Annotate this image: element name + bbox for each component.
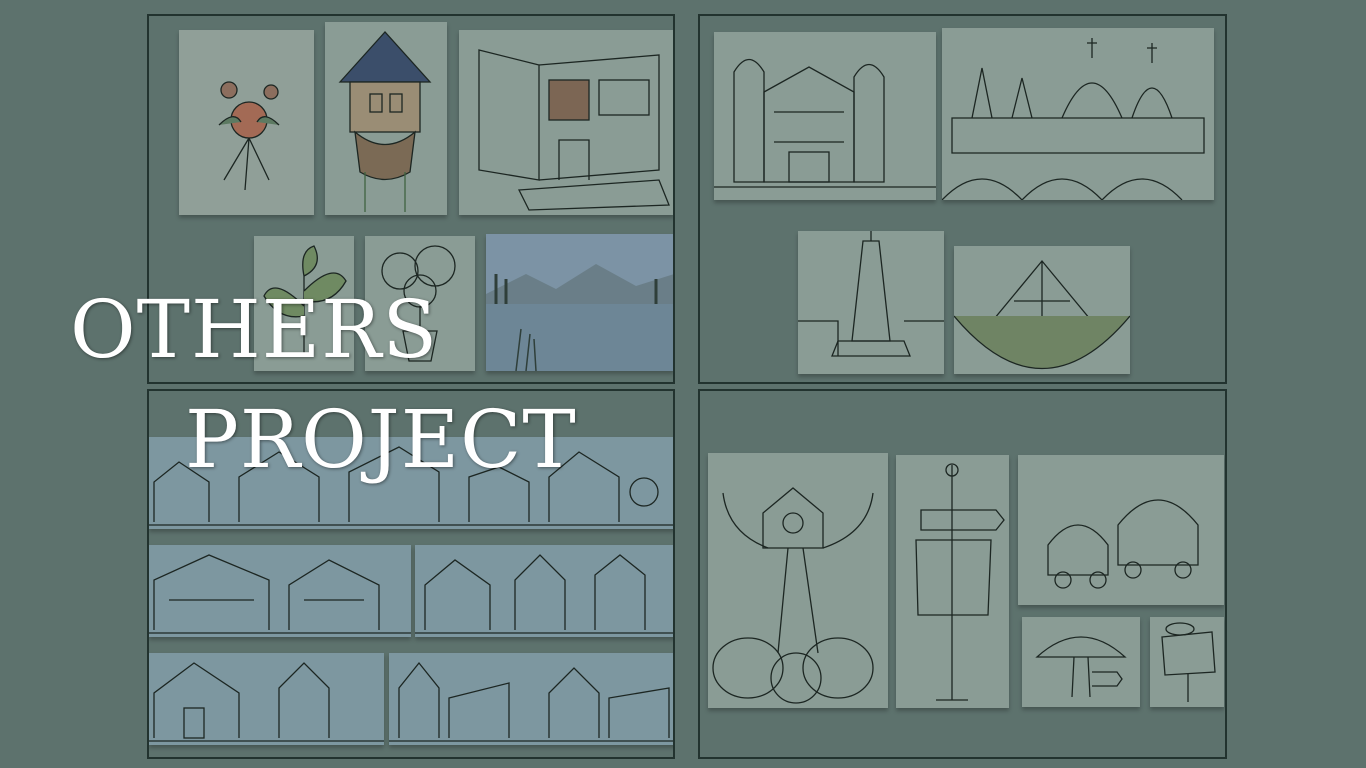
signpost-sketch (896, 455, 1009, 708)
title-line-1: OTHERS (70, 283, 439, 376)
elevation-row-2a (149, 545, 411, 637)
colonial-building-sketch (714, 32, 936, 200)
mushroom-sign-sketch (1022, 617, 1140, 707)
elevation-row-2b (415, 545, 673, 637)
lake-landscape-painting (486, 234, 673, 371)
flower-bouquet-painting (179, 30, 314, 215)
elevation-row-3a (149, 653, 384, 745)
landmark-sketches-panel (698, 14, 1227, 384)
treehouse-sketch (708, 453, 888, 708)
title-line-2: PROJECT (185, 393, 577, 486)
cathedral-domes-sketch (942, 28, 1214, 200)
fairytale-tower-sketch (325, 22, 447, 215)
modern-house-sketch (459, 30, 673, 215)
tour-sign-sketch (1150, 617, 1224, 707)
pyramid-structure-sketch (954, 246, 1130, 374)
concept-sketches-panel (698, 389, 1227, 759)
elevation-row-3b (389, 653, 673, 745)
monument-tower-sketch (798, 231, 944, 374)
caravan-wagon-sketch (1018, 455, 1224, 605)
